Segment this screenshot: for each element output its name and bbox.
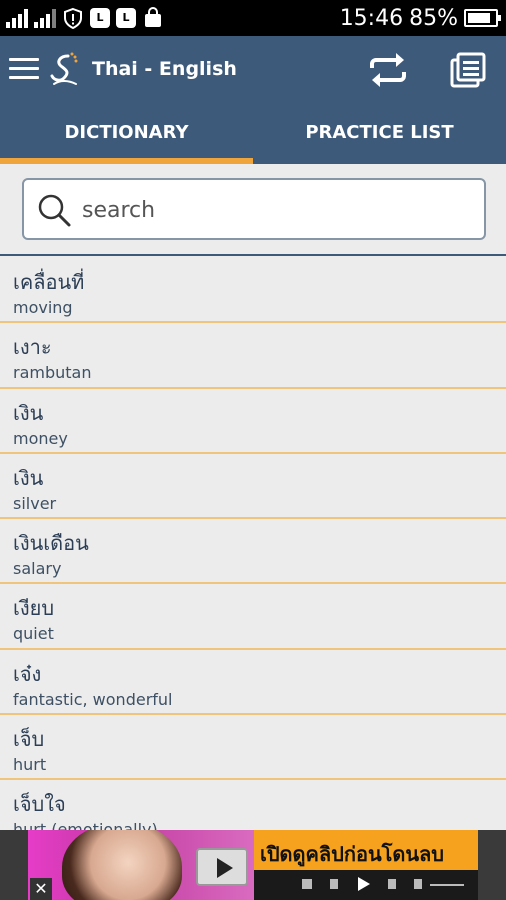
list-item[interactable]: เงิน silver bbox=[0, 454, 506, 520]
practice-list-icon[interactable] bbox=[448, 50, 488, 90]
previous-icon[interactable] bbox=[330, 879, 338, 889]
battery-icon bbox=[464, 9, 501, 27]
ad-photo bbox=[62, 830, 182, 900]
stop-icon[interactable] bbox=[302, 879, 312, 889]
ad-side-left bbox=[0, 830, 28, 900]
ad-headline: เปิดดูคลิปก่อนโดนลบ bbox=[260, 842, 444, 866]
next-icon[interactable] bbox=[388, 879, 396, 889]
volume-icon[interactable] bbox=[414, 879, 422, 889]
clock: 15:46 bbox=[339, 5, 404, 31]
ad-video-panel[interactable]: เปิดดูคลิปก่อนโดนลบ bbox=[254, 830, 478, 900]
app-logo-icon bbox=[50, 52, 78, 85]
bag-icon bbox=[145, 7, 161, 27]
english-translation: hurt (emotionally) bbox=[13, 820, 158, 830]
thai-word: เจ็บ bbox=[13, 727, 45, 752]
line-app-2-icon: L bbox=[116, 8, 136, 28]
english-translation: money bbox=[13, 428, 68, 448]
ad-close-icon[interactable]: ✕ bbox=[30, 878, 52, 900]
status-bar: L L 15:46 85% bbox=[0, 0, 506, 36]
thai-word: เจ็บใจ bbox=[13, 792, 66, 817]
status-left: L L bbox=[6, 6, 164, 30]
thai-word: เงาะ bbox=[13, 335, 52, 360]
word-list: เคลื่อนที่ moving เงาะ rambutan เงิน mon… bbox=[0, 258, 506, 830]
menu-icon[interactable] bbox=[9, 58, 39, 80]
list-item[interactable]: เงิน money bbox=[0, 389, 506, 454]
play-icon[interactable] bbox=[196, 848, 248, 886]
status-right: 15:46 85% bbox=[339, 4, 501, 32]
signal-icon bbox=[6, 8, 28, 28]
ad-player-controls bbox=[254, 870, 478, 900]
search-area bbox=[0, 164, 506, 256]
search-icon bbox=[38, 194, 71, 227]
thai-word: เคลื่อนที่ bbox=[13, 270, 85, 294]
search-box[interactable] bbox=[22, 178, 486, 240]
play-small-icon[interactable] bbox=[358, 877, 370, 891]
signal-2-icon bbox=[34, 8, 56, 28]
app-title: Thai - English bbox=[92, 58, 237, 80]
tab-dictionary[interactable]: DICTIONARY bbox=[0, 104, 253, 164]
ad-banner[interactable]: เปิดดูคลิปก่อนโดนลบ ✕ bbox=[0, 830, 506, 900]
thai-word: เงียบ bbox=[13, 596, 55, 621]
list-item[interactable]: เจ็บ hurt bbox=[0, 715, 506, 781]
list-item[interactable]: เงาะ rambutan bbox=[0, 323, 506, 389]
thai-word: เงินเดือน bbox=[13, 531, 89, 556]
thai-word: เงิน bbox=[13, 400, 44, 425]
english-translation: quiet bbox=[13, 624, 54, 644]
list-item[interactable]: เจ็บใจ hurt (emotionally) bbox=[0, 780, 506, 830]
app-bar: Thai - English bbox=[0, 36, 506, 104]
english-translation: moving bbox=[13, 298, 73, 317]
ad-side-right bbox=[478, 830, 506, 900]
english-translation: salary bbox=[13, 559, 62, 579]
search-input[interactable] bbox=[82, 190, 472, 230]
tab-bar: DICTIONARY PRACTICE LIST bbox=[0, 104, 506, 164]
shield-icon bbox=[64, 7, 82, 29]
thai-word: เจ๋ง bbox=[13, 661, 42, 686]
english-translation: hurt bbox=[13, 755, 47, 775]
battery-fill bbox=[468, 13, 491, 23]
english-translation: fantastic, wonderful bbox=[13, 689, 173, 709]
english-translation: rambutan bbox=[13, 363, 92, 383]
list-item[interactable]: เงินเดือน salary bbox=[0, 519, 506, 585]
list-item[interactable]: เจ๋ง fantastic, wonderful bbox=[0, 650, 506, 716]
list-item[interactable]: เงียบ quiet bbox=[0, 584, 506, 650]
list-item[interactable]: เคลื่อนที่ moving bbox=[0, 258, 506, 324]
tab-practice-list[interactable]: PRACTICE LIST bbox=[253, 104, 506, 164]
swap-language-icon[interactable] bbox=[366, 50, 410, 90]
volume-slider[interactable] bbox=[430, 884, 464, 886]
battery-percent: 85% bbox=[409, 5, 458, 31]
english-translation: silver bbox=[13, 493, 57, 513]
line-app-icon: L bbox=[90, 8, 110, 28]
thai-word: เงิน bbox=[13, 465, 44, 490]
